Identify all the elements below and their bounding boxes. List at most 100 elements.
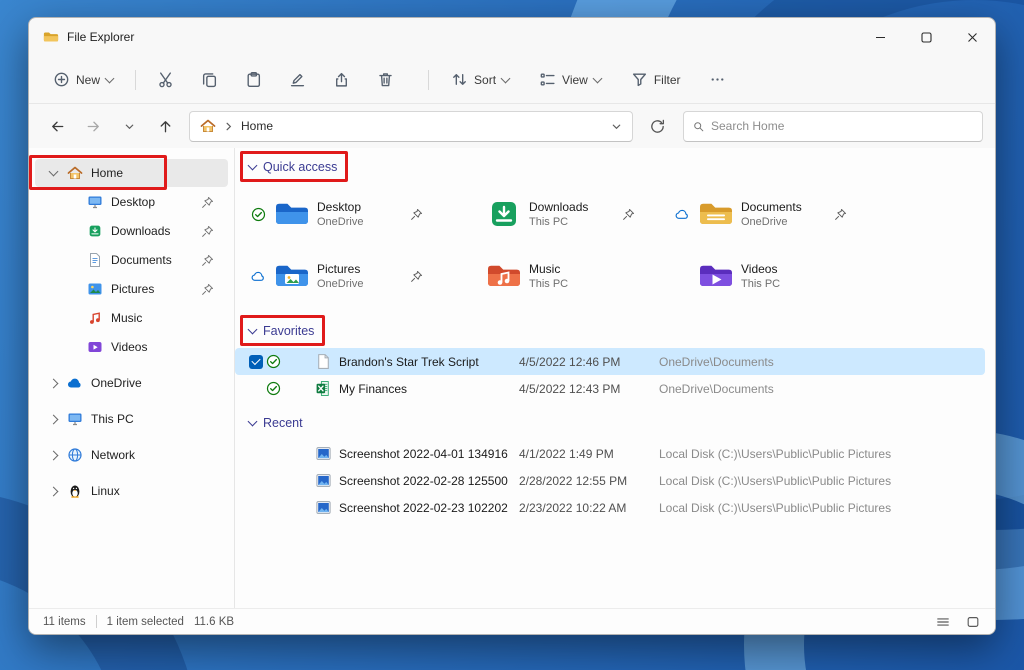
cut-button[interactable]: [150, 65, 180, 95]
search-input[interactable]: [711, 119, 973, 133]
row-checkbox[interactable]: [249, 355, 263, 369]
command-toolbar: New Sort View Filter: [29, 56, 995, 104]
file-date-modified: 2/23/2022 10:22 AM: [519, 501, 659, 515]
chevron-down-icon: [105, 73, 115, 83]
pin-icon: [201, 196, 214, 209]
copy-button[interactable]: [194, 65, 224, 95]
quick-access-item-desktop[interactable]: DesktopOneDrive: [251, 184, 463, 244]
file-date-modified: 2/28/2022 12:55 PM: [519, 474, 659, 488]
pictures-icon: [87, 281, 103, 297]
section-header-quick-access[interactable]: Quick access: [249, 158, 337, 176]
sidebar-item-documents[interactable]: Documents: [35, 246, 228, 274]
sidebar-item-label: OneDrive: [91, 376, 142, 390]
file-row-screenshot-2022-02-23[interactable]: Screenshot 2022-02-23 102202 2/23/2022 1…: [235, 494, 985, 521]
sidebar-item-network[interactable]: Network: [35, 441, 228, 469]
arrow-up-icon: [157, 118, 174, 135]
selection-count: 1 item selected: [107, 616, 184, 628]
close-button[interactable]: [949, 18, 995, 56]
sidebar-item-desktop[interactable]: Desktop: [35, 188, 228, 216]
file-name: Screenshot 2022-02-28 125500: [339, 474, 519, 488]
sort-button[interactable]: Sort: [443, 65, 517, 94]
chevron-down-icon[interactable]: [248, 161, 258, 171]
chevron-down-icon[interactable]: [248, 417, 258, 427]
paste-button[interactable]: [238, 65, 268, 95]
chevron-down-icon[interactable]: [248, 325, 258, 335]
view-button[interactable]: View: [531, 65, 609, 94]
file-row-brandons-star-trek-script[interactable]: Brandon's Star Trek Script 4/5/2022 12:4…: [235, 348, 985, 375]
chevron-right-icon[interactable]: [48, 378, 58, 388]
desktop-folder-icon: [274, 199, 310, 229]
address-bar[interactable]: Home: [189, 111, 633, 142]
section-header-favorites[interactable]: Favorites: [249, 322, 314, 340]
file-row-screenshot-2022-02-28[interactable]: Screenshot 2022-02-28 125500 2/28/2022 1…: [235, 467, 985, 494]
new-button[interactable]: New: [45, 65, 121, 94]
minimize-button[interactable]: [857, 18, 903, 56]
file-path: Local Disk (C:)\Users\Public\Public Pict…: [659, 501, 985, 515]
sidebar-item-videos[interactable]: Videos: [35, 333, 228, 361]
downloads-folder-icon: [486, 199, 522, 229]
refresh-icon: [649, 118, 666, 135]
back-button[interactable]: [41, 110, 73, 142]
pin-icon: [834, 208, 847, 221]
large-icons-view-icon: [966, 615, 980, 629]
quick-access-item-pictures[interactable]: PicturesOneDrive: [251, 246, 463, 306]
recent-list: Screenshot 2022-04-01 134916 4/1/2022 1:…: [235, 440, 995, 521]
quick-access-item-videos[interactable]: VideosThis PC: [675, 246, 887, 306]
rename-button[interactable]: [282, 65, 312, 95]
section-label: Favorites: [263, 324, 314, 338]
copy-icon: [201, 71, 218, 88]
linux-penguin-icon: [67, 483, 83, 499]
sidebar-item-onedrive[interactable]: OneDrive: [35, 369, 228, 397]
item-count: 11 items: [43, 616, 86, 628]
maximize-button[interactable]: [903, 18, 949, 56]
recent-locations-button[interactable]: [113, 110, 145, 142]
delete-button[interactable]: [370, 65, 400, 95]
sidebar-item-this-pc[interactable]: This PC: [35, 405, 228, 433]
quick-access-item-downloads[interactable]: DownloadsThis PC: [463, 184, 675, 244]
section-header-recent[interactable]: Recent: [249, 414, 303, 432]
chevron-right-icon[interactable]: [48, 486, 58, 496]
file-row-screenshot-2022-04-01[interactable]: Screenshot 2022-04-01 134916 4/1/2022 1:…: [235, 440, 985, 467]
status-bar: 11 items 1 item selected 11.6 KB: [29, 608, 995, 634]
search-box: [683, 111, 983, 142]
see-more-button[interactable]: [703, 65, 733, 95]
filter-button-label: Filter: [654, 73, 681, 87]
pin-icon: [201, 254, 214, 267]
trash-icon: [377, 71, 394, 88]
sidebar-item-pictures[interactable]: Pictures: [35, 275, 228, 303]
refresh-button[interactable]: [641, 110, 673, 142]
arrow-left-icon: [49, 118, 66, 135]
quick-access-item-documents[interactable]: DocumentsOneDrive: [675, 184, 887, 244]
chevron-down-icon[interactable]: [48, 167, 58, 177]
toolbar-divider: [428, 70, 429, 90]
chevron-right-icon[interactable]: [48, 450, 58, 460]
share-button[interactable]: [326, 65, 356, 95]
image-file-icon: [315, 499, 332, 516]
details-view-icon: [936, 615, 950, 629]
videos-folder-icon: [698, 261, 734, 291]
sidebar-item-home[interactable]: Home: [35, 159, 228, 187]
sidebar-item-linux[interactable]: Linux: [35, 477, 228, 505]
file-name: Screenshot 2022-02-23 102202: [339, 501, 519, 515]
home-icon: [67, 165, 83, 181]
sidebar-item-downloads[interactable]: Downloads: [35, 217, 228, 245]
up-button[interactable]: [149, 110, 181, 142]
file-row-my-finances[interactable]: My Finances 4/5/2022 12:43 PM OneDrive\D…: [235, 375, 985, 402]
quick-access-item-music[interactable]: MusicThis PC: [463, 246, 675, 306]
document-file-icon: [315, 353, 332, 370]
forward-button[interactable]: [77, 110, 109, 142]
chevron-down-icon: [501, 73, 511, 83]
sidebar-item-music[interactable]: Music: [35, 304, 228, 332]
section-label: Quick access: [263, 160, 337, 174]
file-date-modified: 4/1/2022 1:49 PM: [519, 447, 659, 461]
window-title: File Explorer: [67, 30, 134, 44]
details-view-button[interactable]: [931, 612, 955, 632]
file-name: Screenshot 2022-04-01 134916: [339, 447, 519, 461]
pin-icon: [410, 270, 423, 283]
chevron-right-icon[interactable]: [48, 414, 58, 424]
address-dropdown-icon[interactable]: [611, 121, 622, 132]
this-pc-icon: [67, 411, 83, 427]
filter-button[interactable]: Filter: [623, 65, 689, 94]
large-icons-view-button[interactable]: [961, 612, 985, 632]
breadcrumb[interactable]: Home: [241, 119, 273, 133]
